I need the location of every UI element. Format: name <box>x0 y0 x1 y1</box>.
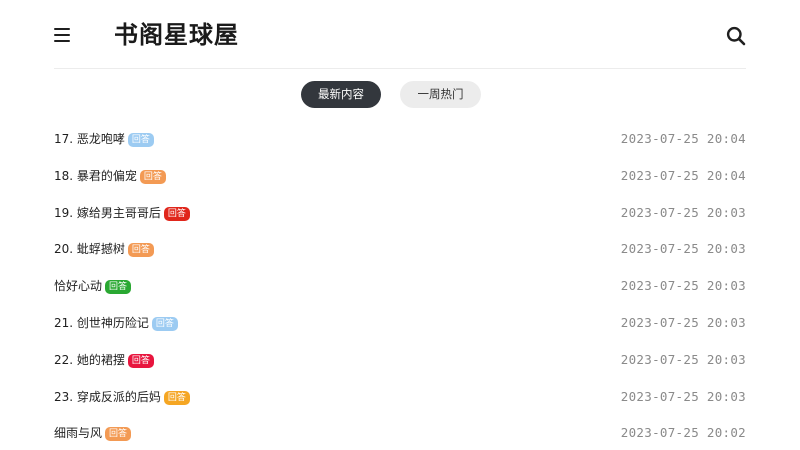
answer-badge: 回答 <box>105 427 132 442</box>
post-title[interactable]: 21. 创世神历险记 回答 <box>54 314 178 332</box>
page: 书阁星球屋 最新内容 一周热门 17. 恶龙咆哮 回答 2023-07-25 20:… <box>0 0 800 450</box>
answer-badge: 回答 <box>163 390 190 405</box>
post-row[interactable]: 23. 穿成反派的后妈 回答 2023-07-25 20:03 <box>54 378 746 415</box>
post-title-text[interactable]: 恰好心动 <box>54 279 102 293</box>
tab-weekly-hot[interactable]: 一周热门 <box>400 81 481 108</box>
content-tabs: 最新内容 一周热门 <box>0 81 800 108</box>
answer-badge: 回答 <box>127 353 154 368</box>
post-title[interactable]: 17. 恶龙咆哮 回答 <box>54 130 154 148</box>
post-title[interactable]: 22. 她的裙摆 回答 <box>54 351 154 369</box>
post-title[interactable]: 18. 暴君的偏宠 回答 <box>54 167 166 185</box>
post-title[interactable]: 恰好心动 回答 <box>54 277 132 295</box>
post-row[interactable]: 18. 暴君的偏宠 回答 2023-07-25 20:04 <box>54 157 746 194</box>
post-title-text[interactable]: 22. 她的裙摆 <box>54 353 125 367</box>
post-title-text[interactable]: 17. 恶龙咆哮 <box>54 132 125 146</box>
post-title-text[interactable]: 21. 创世神历险记 <box>54 316 149 330</box>
hamburger-menu-icon[interactable] <box>54 28 70 42</box>
post-title-text[interactable]: 23. 穿成反派的后妈 <box>54 390 161 404</box>
post-title-text[interactable]: 20. 蚍蜉撼树 <box>54 242 125 256</box>
post-title[interactable]: 20. 蚍蜉撼树 回答 <box>54 240 154 258</box>
post-row[interactable]: 20. 蚍蜉撼树 回答 2023-07-25 20:03 <box>54 230 746 267</box>
post-row[interactable]: 细雨与风 回答 2023-07-25 20:02 <box>54 414 746 450</box>
post-title-text[interactable]: 19. 嫁给男主哥哥后 <box>54 206 161 220</box>
post-timestamp: 2023-07-25 20:03 <box>620 278 746 294</box>
post-title-text[interactable]: 18. 暴君的偏宠 <box>54 169 137 183</box>
post-timestamp: 2023-07-25 20:03 <box>620 241 746 257</box>
post-timestamp: 2023-07-25 20:04 <box>620 167 746 183</box>
post-row[interactable]: 恰好心动 回答 2023-07-25 20:03 <box>54 267 746 304</box>
post-timestamp: 2023-07-25 20:03 <box>620 351 746 367</box>
answer-badge: 回答 <box>139 169 166 184</box>
tab-latest[interactable]: 最新内容 <box>301 81 381 108</box>
top-header: 书阁星球屋 <box>54 0 746 69</box>
post-row[interactable]: 21. 创世神历险记 回答 2023-07-25 20:03 <box>54 304 746 341</box>
post-timestamp: 2023-07-25 20:03 <box>620 314 746 330</box>
post-timestamp: 2023-07-25 20:03 <box>620 388 746 404</box>
answer-badge: 回答 <box>163 206 190 221</box>
post-row[interactable]: 19. 嫁给男主哥哥后 回答 2023-07-25 20:03 <box>54 194 746 231</box>
post-timestamp: 2023-07-25 20:03 <box>620 204 746 220</box>
site-title[interactable]: 书阁星球屋 <box>114 19 239 51</box>
post-row[interactable]: 17. 恶龙咆哮 回答 2023-07-25 20:04 <box>54 120 746 157</box>
post-list: 17. 恶龙咆哮 回答 2023-07-25 20:04 18. 暴君的偏宠 回答 202… <box>54 120 746 450</box>
answer-badge: 回答 <box>105 280 132 295</box>
answer-badge: 回答 <box>127 133 154 147</box>
post-row[interactable]: 22. 她的裙摆 回答 2023-07-25 20:03 <box>54 341 746 378</box>
post-timestamp: 2023-07-25 20:02 <box>620 425 746 441</box>
answer-badge: 回答 <box>127 243 154 258</box>
post-title[interactable]: 19. 嫁给男主哥哥后 回答 <box>54 204 190 222</box>
post-title-text[interactable]: 细雨与风 <box>54 426 102 440</box>
post-timestamp: 2023-07-25 20:04 <box>620 131 746 146</box>
post-title[interactable]: 细雨与风 回答 <box>54 424 132 442</box>
answer-badge: 回答 <box>151 316 178 331</box>
search-icon[interactable] <box>726 26 746 46</box>
post-title[interactable]: 23. 穿成反派的后妈 回答 <box>54 388 190 406</box>
